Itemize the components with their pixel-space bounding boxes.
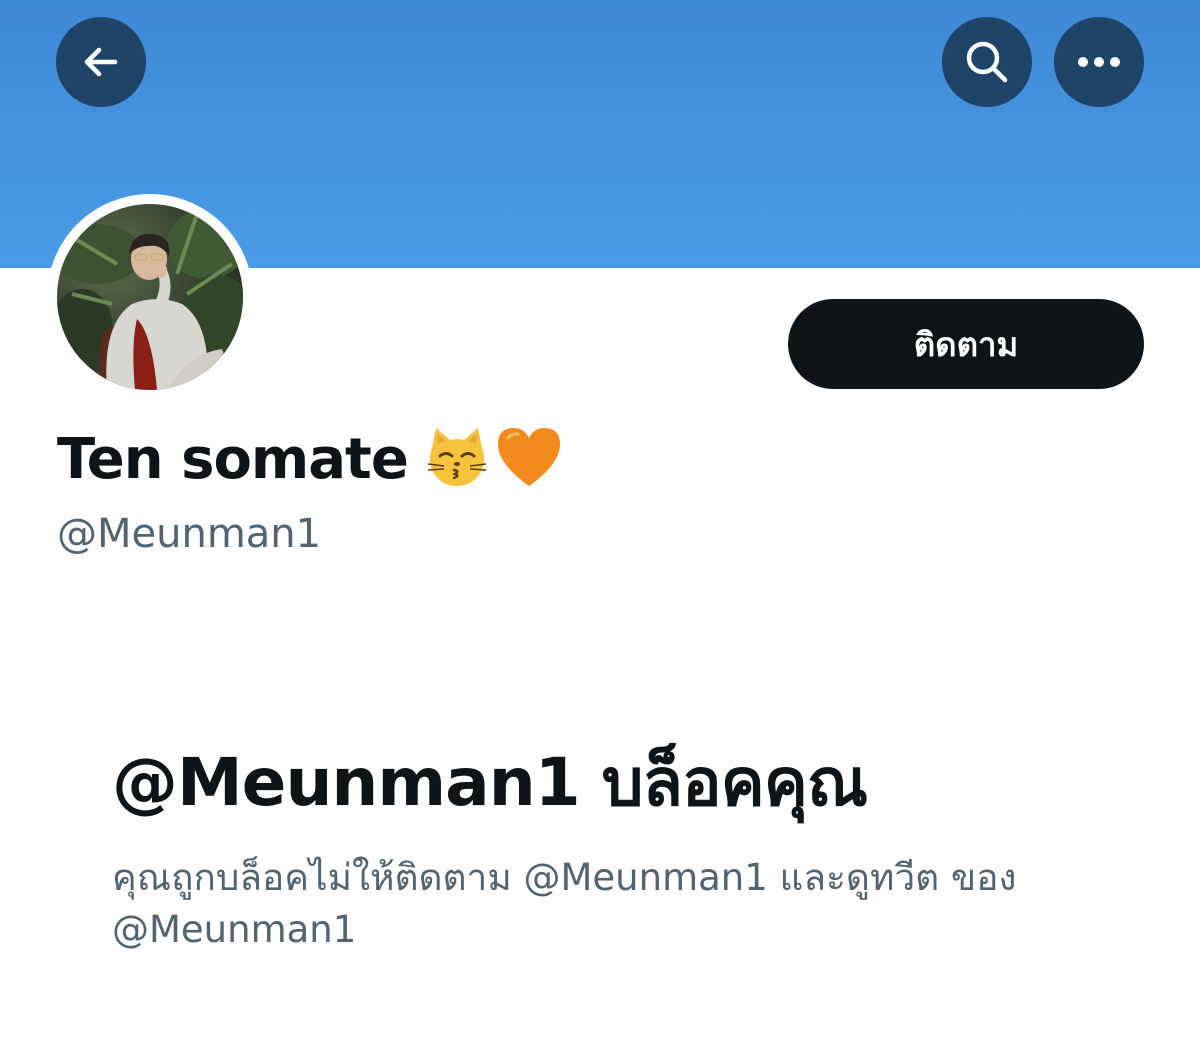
profile-page: ติดตาม Ten somate @Meunman1 @Meunman1 บล… — [0, 0, 1200, 1049]
search-icon — [966, 41, 1008, 83]
blocked-description: คุณถูกบล็อคไม่ให้ติดตาม @Meunman1 และดูท… — [112, 856, 1017, 951]
profile-handle: @Meunman1 — [57, 511, 322, 557]
follow-button[interactable]: ติดตาม — [788, 299, 1144, 389]
orange-heart-emoji-icon — [494, 424, 564, 494]
avatar-photo — [57, 209, 243, 390]
avatar[interactable] — [57, 204, 243, 390]
kissing-cat-emoji-icon — [424, 424, 490, 494]
follow-button-label: ติดตาม — [913, 324, 1019, 364]
more-horizontal-icon — [1078, 57, 1120, 67]
arrow-left-icon — [84, 47, 118, 77]
back-button[interactable] — [56, 17, 146, 107]
more-button[interactable] — [1054, 17, 1144, 107]
blocked-title: @Meunman1 บล็อคคุณ — [112, 744, 868, 821]
avatar-frame[interactable] — [47, 194, 253, 400]
search-button[interactable] — [942, 17, 1032, 107]
display-name: Ten somate — [57, 427, 409, 492]
